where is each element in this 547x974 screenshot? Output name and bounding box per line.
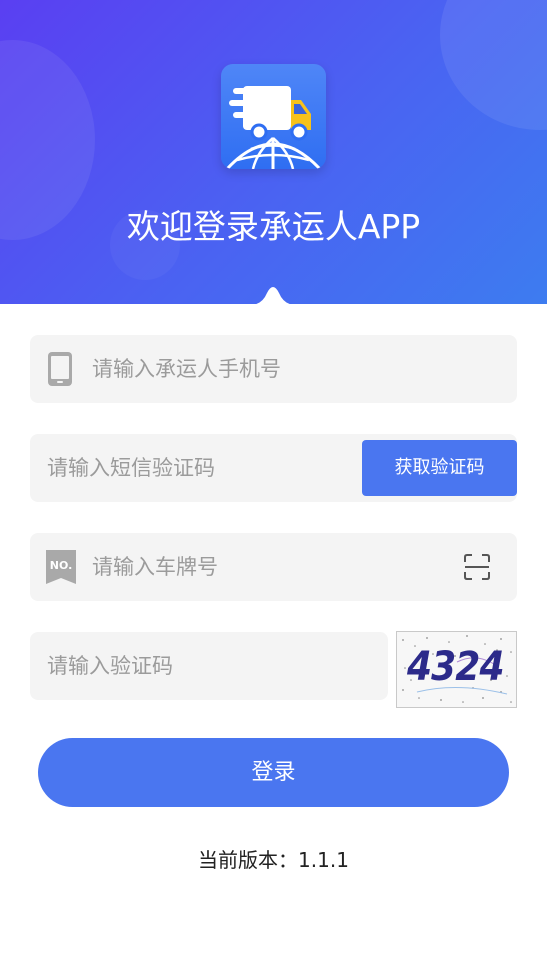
truck-globe-logo-icon — [225, 86, 322, 169]
captcha-field[interactable]: 请输入验证码 — [30, 632, 388, 700]
header-banner: 欢迎登录承运人APP — [0, 0, 547, 304]
get-sms-code-button[interactable]: 获取验证码 — [362, 440, 517, 496]
plate-badge-text: NO. — [50, 559, 73, 572]
page-title: 欢迎登录承运人APP — [126, 207, 421, 246]
license-plate-icon: NO. — [46, 550, 76, 584]
captcha-code: 4324 — [407, 644, 504, 690]
phone-icon — [48, 352, 72, 386]
sms-code-input-placeholder: 请输入短信验证码 — [47, 456, 215, 480]
captcha-image[interactable]: 4324 — [396, 631, 517, 708]
captcha-input-placeholder: 请输入验证码 — [47, 654, 173, 678]
phone-field[interactable]: 请输入承运人手机号 — [30, 335, 517, 403]
plate-input-placeholder: 请输入车牌号 — [92, 555, 218, 579]
version-value: 1.1.1 — [298, 848, 349, 872]
login-button[interactable]: 登录 — [38, 738, 509, 807]
version-info: 当前版本：1.1.1 — [0, 845, 547, 875]
decor-bubble — [440, 0, 547, 130]
phone-input-placeholder: 请输入承运人手机号 — [92, 357, 281, 381]
plate-field[interactable]: NO. 请输入车牌号 — [30, 533, 517, 601]
scan-icon[interactable] — [463, 553, 491, 581]
version-label: 当前版本： — [198, 848, 299, 872]
app-logo — [221, 64, 326, 169]
header-notch — [256, 287, 290, 304]
